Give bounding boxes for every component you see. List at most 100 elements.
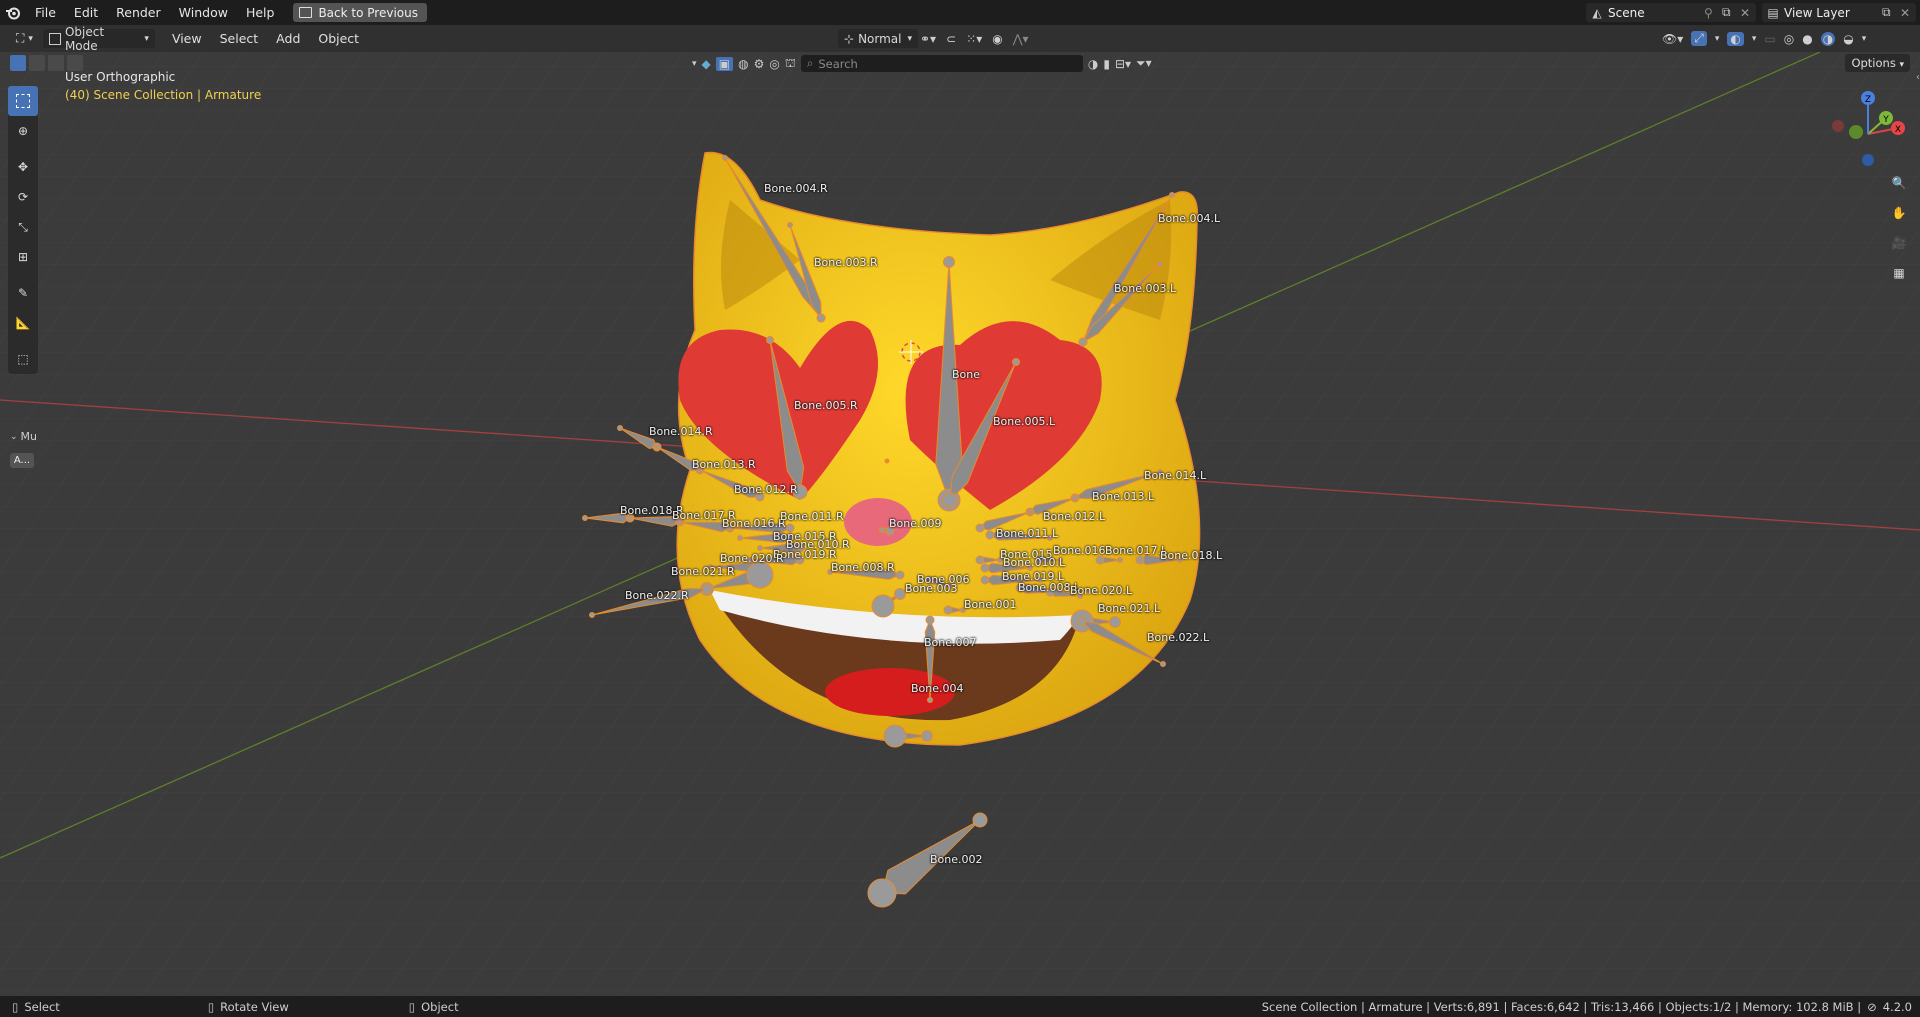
bone-head-joint[interactable]: [1095, 555, 1105, 565]
bone-head-joint[interactable]: [895, 570, 905, 580]
bone-tail-joint[interactable]: [1109, 616, 1121, 628]
options-dropdown[interactable]: Options ▾: [1845, 54, 1910, 72]
view-layer-selector[interactable]: ▤ View Layer ⧉ ✕: [1762, 3, 1916, 22]
proportional-edit-icon[interactable]: ◉: [992, 32, 1002, 46]
select-box-tool-icon[interactable]: [8, 86, 38, 116]
mesh-filter-icon[interactable]: ⚙: [754, 57, 765, 71]
bone-head-joint[interactable]: [1078, 337, 1088, 347]
bone-tail-joint[interactable]: [894, 588, 906, 600]
navigation-gizmo[interactable]: X Y Z: [1826, 88, 1906, 168]
object-filter-icon[interactable]: ▣: [715, 56, 734, 71]
scale-tool-icon[interactable]: ⤡: [8, 212, 38, 242]
filter-clear-icon[interactable]: ◑: [1088, 57, 1098, 71]
falloff-icon[interactable]: ⋀▾: [1013, 32, 1029, 46]
menu-render[interactable]: Render: [107, 5, 170, 20]
shading-rendered-icon[interactable]: ◒: [1843, 32, 1853, 46]
bone-tail-joint[interactable]: [943, 256, 955, 268]
bone-tail-joint[interactable]: [766, 336, 774, 344]
mode-dropdown[interactable]: Object Mode ▾: [42, 25, 155, 53]
bone-head-joint[interactable]: [980, 575, 990, 585]
grid-toggle-icon[interactable]: ▦: [1884, 258, 1914, 288]
bone-tail-joint[interactable]: [1027, 509, 1033, 515]
transform-tool-icon[interactable]: ⊞: [8, 242, 38, 272]
transform-orientation-dropdown[interactable]: ⊹ Normal ▾: [838, 29, 918, 48]
select-subtract-icon[interactable]: [48, 55, 64, 71]
delete-view-layer-icon[interactable]: ✕: [1900, 6, 1916, 20]
bone-tail-joint[interactable]: [921, 730, 933, 742]
pan-hand-icon[interactable]: ✋: [1884, 198, 1914, 228]
bone-head-joint[interactable]: [925, 615, 935, 625]
select-new-icon[interactable]: [10, 55, 26, 71]
bone-head-joint[interactable]: [702, 584, 712, 594]
bone-tail-joint[interactable]: [1169, 192, 1175, 198]
scene-selector[interactable]: ◭ Scene ⚲ ⧉ ✕: [1586, 3, 1756, 22]
bone-tail-joint[interactable]: [787, 222, 793, 228]
operator-panel-header[interactable]: ⌄ Mu: [10, 430, 42, 443]
material-filter-icon[interactable]: ◍: [738, 57, 748, 71]
bone-tail-joint[interactable]: [654, 444, 660, 450]
menu-edit[interactable]: Edit: [65, 5, 107, 20]
menu-object[interactable]: Object: [309, 31, 368, 46]
3d-viewport[interactable]: Bone.004.R Bone.003.R Bone.004.L Bone.003.L…: [0, 52, 1920, 996]
snap-icon[interactable]: ⊂: [946, 32, 956, 46]
camera-icon[interactable]: 🎥: [1884, 228, 1914, 258]
bone-tail-joint[interactable]: [1012, 358, 1020, 366]
shading-material-icon[interactable]: ◑: [1820, 31, 1836, 46]
move-tool-icon[interactable]: ✥: [8, 152, 38, 182]
shading-solid-icon[interactable]: ●: [1802, 32, 1812, 46]
bone-head-joint[interactable]: [867, 878, 897, 908]
bookmark-icon[interactable]: ▮: [1103, 57, 1110, 71]
bone-tail-joint[interactable]: [757, 545, 763, 551]
bone-head-joint[interactable]: [975, 555, 985, 565]
blender-logo-icon[interactable]: [0, 0, 26, 25]
menu-add[interactable]: Add: [267, 31, 309, 46]
menu-view[interactable]: View: [163, 31, 211, 46]
shading-wireframe-icon[interactable]: ◎: [1784, 32, 1794, 46]
funnel-icon[interactable]: ⏷▾: [1136, 56, 1152, 71]
operator-button[interactable]: A...: [10, 453, 34, 468]
bone-head-joint[interactable]: [975, 523, 985, 533]
bone-tail-joint[interactable]: [589, 612, 595, 618]
gizmo-icon[interactable]: ⤢: [1691, 31, 1707, 46]
rotate-tool-icon[interactable]: ⟳: [8, 182, 38, 212]
pin-icon[interactable]: ⚲: [1704, 6, 1722, 20]
bone-head-joint[interactable]: [883, 724, 907, 748]
chevron-down-icon[interactable]: ▾: [1862, 34, 1867, 44]
bone-tail-joint[interactable]: [582, 515, 588, 521]
bone-head-joint[interactable]: [943, 605, 953, 615]
scene-objects-icon[interactable]: ◆: [702, 57, 711, 71]
chevron-down-icon[interactable]: ▾: [692, 59, 697, 69]
scene-name[interactable]: Scene: [1608, 6, 1704, 20]
bone-head-joint[interactable]: [980, 563, 990, 573]
bone-head-joint[interactable]: [942, 492, 958, 508]
menu-help[interactable]: Help: [237, 5, 284, 20]
bone-tail-joint[interactable]: [1072, 495, 1078, 501]
bone-tail-joint[interactable]: [972, 812, 988, 828]
bone-head-joint[interactable]: [985, 530, 995, 540]
view-layer-name[interactable]: View Layer: [1784, 6, 1882, 20]
select-extend-icon[interactable]: [29, 55, 45, 71]
bone-head-joint[interactable]: [1135, 555, 1145, 565]
visibility-icon[interactable]: 👁▾: [1662, 32, 1683, 46]
back-to-previous-button[interactable]: Back to Previous: [293, 3, 427, 22]
delete-scene-icon[interactable]: ✕: [1740, 6, 1756, 20]
bone-head-joint[interactable]: [871, 594, 895, 618]
bone-tail-joint[interactable]: [1117, 557, 1123, 563]
light-filter-icon[interactable]: ⛫: [785, 56, 796, 72]
bone-tail-joint[interactable]: [879, 527, 885, 533]
bone-head-joint[interactable]: [1077, 616, 1087, 626]
world-filter-icon[interactable]: ◎: [769, 57, 779, 71]
measure-tool-icon[interactable]: 📐: [8, 308, 38, 338]
bone-tail-joint[interactable]: [737, 535, 743, 541]
xray-icon[interactable]: ▭: [1764, 32, 1775, 46]
bone-tail-joint[interactable]: [722, 155, 728, 161]
select-intersect-icon[interactable]: [67, 55, 83, 71]
snap-target-icon[interactable]: ⁙▾: [966, 32, 982, 46]
editor-type-dropdown[interactable]: ⛶ ▾: [10, 29, 39, 48]
zoom-icon[interactable]: 🔍: [1884, 168, 1914, 198]
bone-tail-joint[interactable]: [927, 697, 933, 703]
annotate-tool-icon[interactable]: ✎: [8, 278, 38, 308]
search-input[interactable]: ⌕ Search: [800, 55, 1083, 72]
new-scene-icon[interactable]: ⧉: [1722, 5, 1740, 20]
bone-head-joint[interactable]: [816, 313, 826, 323]
